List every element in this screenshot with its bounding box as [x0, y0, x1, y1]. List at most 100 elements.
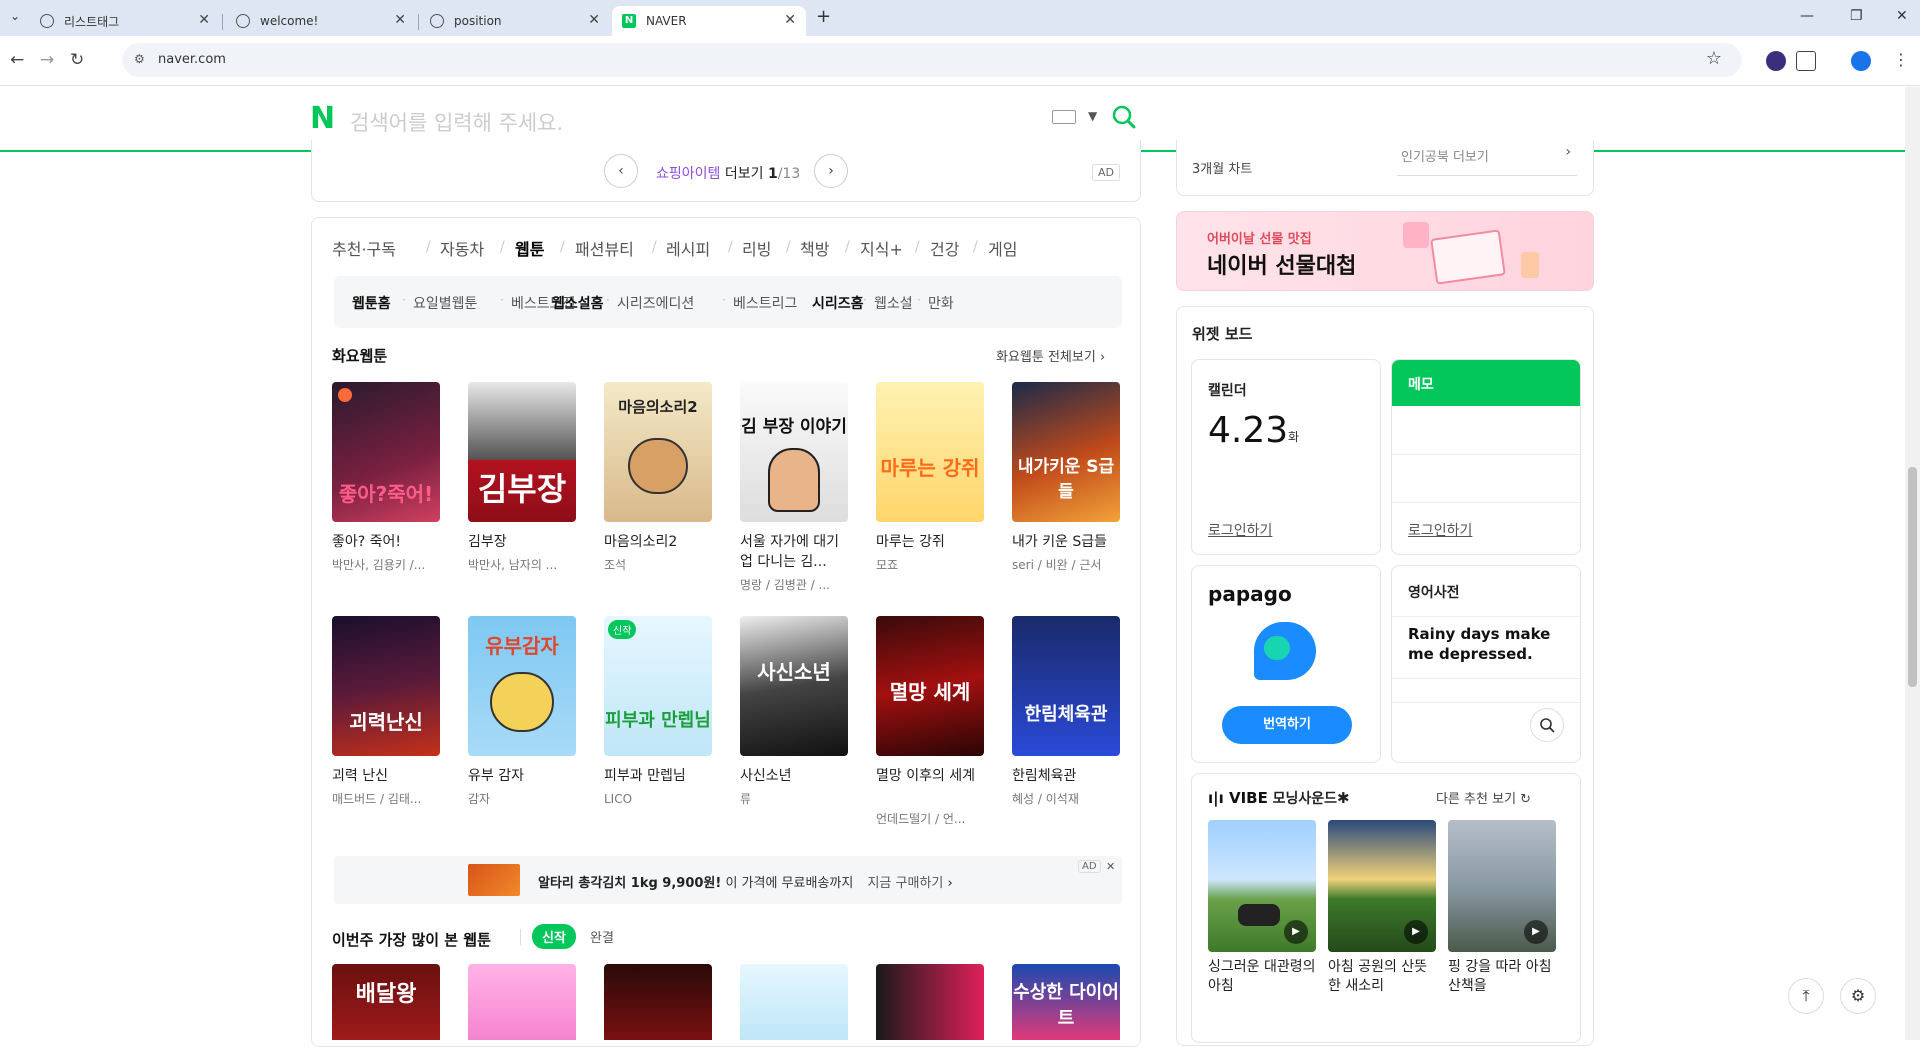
scroll-top-button[interactable]: ⤒	[1788, 978, 1824, 1014]
tuesday-more-link[interactable]: 화요웹툰 전체보기 ›	[996, 346, 1105, 365]
translate-button[interactable]: 번역하기	[1222, 706, 1352, 744]
new-tab-button[interactable]: +	[816, 6, 831, 27]
memo-login-link[interactable]: 로그인하기	[1408, 520, 1472, 540]
webtoon-title[interactable]: 괴력 난신	[332, 766, 442, 786]
papago-widget[interactable]: papago 번역하기	[1191, 565, 1381, 763]
scrollbar-thumb[interactable]	[1908, 467, 1917, 687]
cat-health[interactable]: 건강	[930, 236, 959, 260]
webtoon-thumbnail[interactable]: 한림체육관	[1012, 616, 1120, 756]
play-icon[interactable]: ▶	[1404, 920, 1428, 944]
close-tab-icon[interactable]: ✕	[588, 12, 600, 28]
more-menu-icon[interactable]: ⋮	[1893, 50, 1909, 69]
subnav-comics[interactable]: 만화	[928, 293, 954, 313]
webtoon-thumbnail[interactable]: 괴력난신	[332, 616, 440, 756]
cat-fashion[interactable]: 패션뷰티	[575, 236, 634, 260]
prev-page-button[interactable]: ‹	[604, 154, 638, 188]
webtoon-thumbnail[interactable]: 김 부장 이야기	[740, 382, 848, 522]
webtoon-title[interactable]: 마루는 강쥐	[876, 532, 986, 552]
browser-tab-1[interactable]: 리스트태그 ✕	[30, 6, 220, 36]
webtoon-thumbnail[interactable]	[740, 964, 848, 1040]
vibe-widget[interactable]: ı|ı VIBE 모닝사운드✱ 다른 추천 보기 ↻ ▶ ▶ ▶ 싱그러운 대관…	[1191, 773, 1581, 1043]
shopping-more-link[interactable]: 쇼핑아이템 더보기 1/13	[656, 163, 800, 183]
webtoon-thumbnail[interactable]: 마루는 강쥐	[876, 382, 984, 522]
restore-icon[interactable]: ❐	[1850, 8, 1863, 24]
subnav-webnovel[interactable]: 웹소설	[874, 293, 913, 313]
webtoon-title[interactable]: 사신소년	[740, 766, 850, 786]
webtoon-title[interactable]: 김부장	[468, 532, 578, 552]
subnav-best-league[interactable]: 베스트리그	[733, 293, 797, 313]
webtoon-thumbnail[interactable]: 수상한 다이어트	[1012, 964, 1120, 1040]
profile-avatar-icon[interactable]	[1851, 51, 1871, 71]
webtoon-title[interactable]: 좋아? 죽어!	[332, 532, 442, 552]
close-tab-icon[interactable]: ✕	[198, 12, 210, 28]
vibe-thumbnail[interactable]: ▶	[1448, 820, 1556, 952]
webtoon-thumbnail[interactable]	[604, 964, 712, 1040]
webtoon-title[interactable]: 마음의소리2	[604, 532, 714, 552]
settings-gear-icon[interactable]: ⚙	[1840, 978, 1876, 1014]
vibe-thumbnail[interactable]: ▶	[1328, 820, 1436, 952]
vibe-track-title[interactable]: 싱그러운 대관령의 아침	[1208, 958, 1318, 996]
keyboard-icon[interactable]	[1052, 110, 1076, 124]
search-icon[interactable]	[1112, 105, 1136, 129]
webtoon-title[interactable]: 서울 자가에 대기업 다니는 김...	[740, 532, 850, 572]
chart-more-row[interactable]: 인기공북 더보기 ›	[1397, 142, 1577, 176]
vibe-thumbnail[interactable]: ▶	[1208, 820, 1316, 952]
webtoon-thumbnail[interactable]: 내가키운 S급들	[1012, 382, 1120, 522]
subnav-novel-home[interactable]: 웹소설홈	[552, 293, 604, 313]
next-page-button[interactable]: ›	[814, 154, 848, 188]
close-tab-icon[interactable]: ✕	[394, 12, 406, 28]
cat-knowledge[interactable]: 지식+	[860, 236, 903, 260]
webtoon-thumbnail[interactable]: 배달왕	[332, 964, 440, 1040]
extension-profile-icon[interactable]	[1766, 51, 1786, 71]
play-icon[interactable]: ▶	[1524, 920, 1548, 944]
webtoon-thumbnail[interactable]: 멸망 세계	[876, 616, 984, 756]
calendar-widget[interactable]: 캘린더 4.23 화 로그인하기	[1191, 359, 1381, 555]
address-bar[interactable]: ⚙ naver.com ☆	[122, 43, 1742, 77]
webtoon-thumbnail[interactable]: 좋아?죽어!	[332, 382, 440, 522]
memo-widget[interactable]: 메모 로그인하기	[1391, 359, 1581, 555]
tab-new[interactable]: 신작	[532, 924, 576, 949]
subnav-series-edition[interactable]: 시리즈에디션	[617, 293, 694, 313]
close-tab-icon[interactable]: ✕	[784, 12, 796, 28]
chart-label[interactable]: 3개월 차트	[1192, 158, 1252, 177]
webtoon-thumbnail[interactable]: 유부감자	[468, 616, 576, 756]
cat-car[interactable]: 자동차	[440, 236, 484, 260]
ad-strip[interactable]: 알타리 총각김치 1kg 9,900원! 이 가격에 무료배송까지 지금 구매하…	[334, 856, 1122, 904]
webtoon-thumbnail[interactable]	[468, 964, 576, 1040]
extensions-puzzle-icon[interactable]	[1796, 51, 1816, 71]
webtoon-thumbnail[interactable]: 사신소년	[740, 616, 848, 756]
url-text[interactable]: naver.com	[158, 52, 226, 67]
dictionary-search-button[interactable]	[1530, 708, 1564, 742]
webtoon-title[interactable]: 피부과 만렙님	[604, 766, 714, 786]
back-icon[interactable]: ←	[10, 50, 24, 70]
webtoon-title[interactable]: 내가 키운 S급들	[1012, 532, 1122, 552]
bookmark-star-icon[interactable]: ☆	[1706, 48, 1722, 69]
forward-icon[interactable]: →	[40, 50, 54, 70]
site-info-icon[interactable]: ⚙	[134, 52, 145, 66]
cat-books[interactable]: 책방	[800, 236, 829, 260]
play-icon[interactable]: ▶	[1284, 920, 1308, 944]
ad-badge[interactable]: AD	[1092, 164, 1120, 181]
tab-search-dropdown-icon[interactable]: ⌄	[10, 9, 20, 23]
subnav-weekday[interactable]: 요일별웹툰	[413, 293, 477, 313]
webtoon-title[interactable]: 멸망 이후의 세계	[876, 766, 986, 786]
naver-logo[interactable]: N	[310, 101, 335, 136]
webtoon-title[interactable]: 유부 감자	[468, 766, 578, 786]
cat-recipe[interactable]: 레시피	[666, 236, 710, 260]
close-window-icon[interactable]: ✕	[1896, 8, 1908, 24]
calendar-login-link[interactable]: 로그인하기	[1208, 520, 1272, 540]
browser-tab-3[interactable]: position ✕	[420, 6, 610, 36]
ad-cta[interactable]: 지금 구매하기	[867, 876, 943, 891]
tab-completed[interactable]: 완결	[580, 924, 624, 949]
browser-tab-2[interactable]: welcome! ✕	[226, 6, 416, 36]
vibe-track-title[interactable]: 핑 강을 따라 아침 산책을	[1448, 958, 1558, 996]
gift-banner[interactable]: 어버이날 선물 맛집 네이버 선물대첩	[1176, 211, 1594, 291]
cat-recommend[interactable]: 추천·구독	[332, 236, 396, 260]
webtoon-thumbnail[interactable]	[876, 964, 984, 1040]
webtoon-thumbnail[interactable]: 신작 피부과 만렙님	[604, 616, 712, 756]
search-input[interactable]: 검색어를 입력해 주세요.	[350, 107, 563, 137]
webtoon-thumbnail[interactable]: 김부장	[468, 382, 576, 522]
page-scrollbar[interactable]	[1905, 87, 1920, 1040]
cat-webtoon[interactable]: 웹툰	[515, 236, 544, 260]
reload-icon[interactable]: ↻	[70, 50, 84, 70]
